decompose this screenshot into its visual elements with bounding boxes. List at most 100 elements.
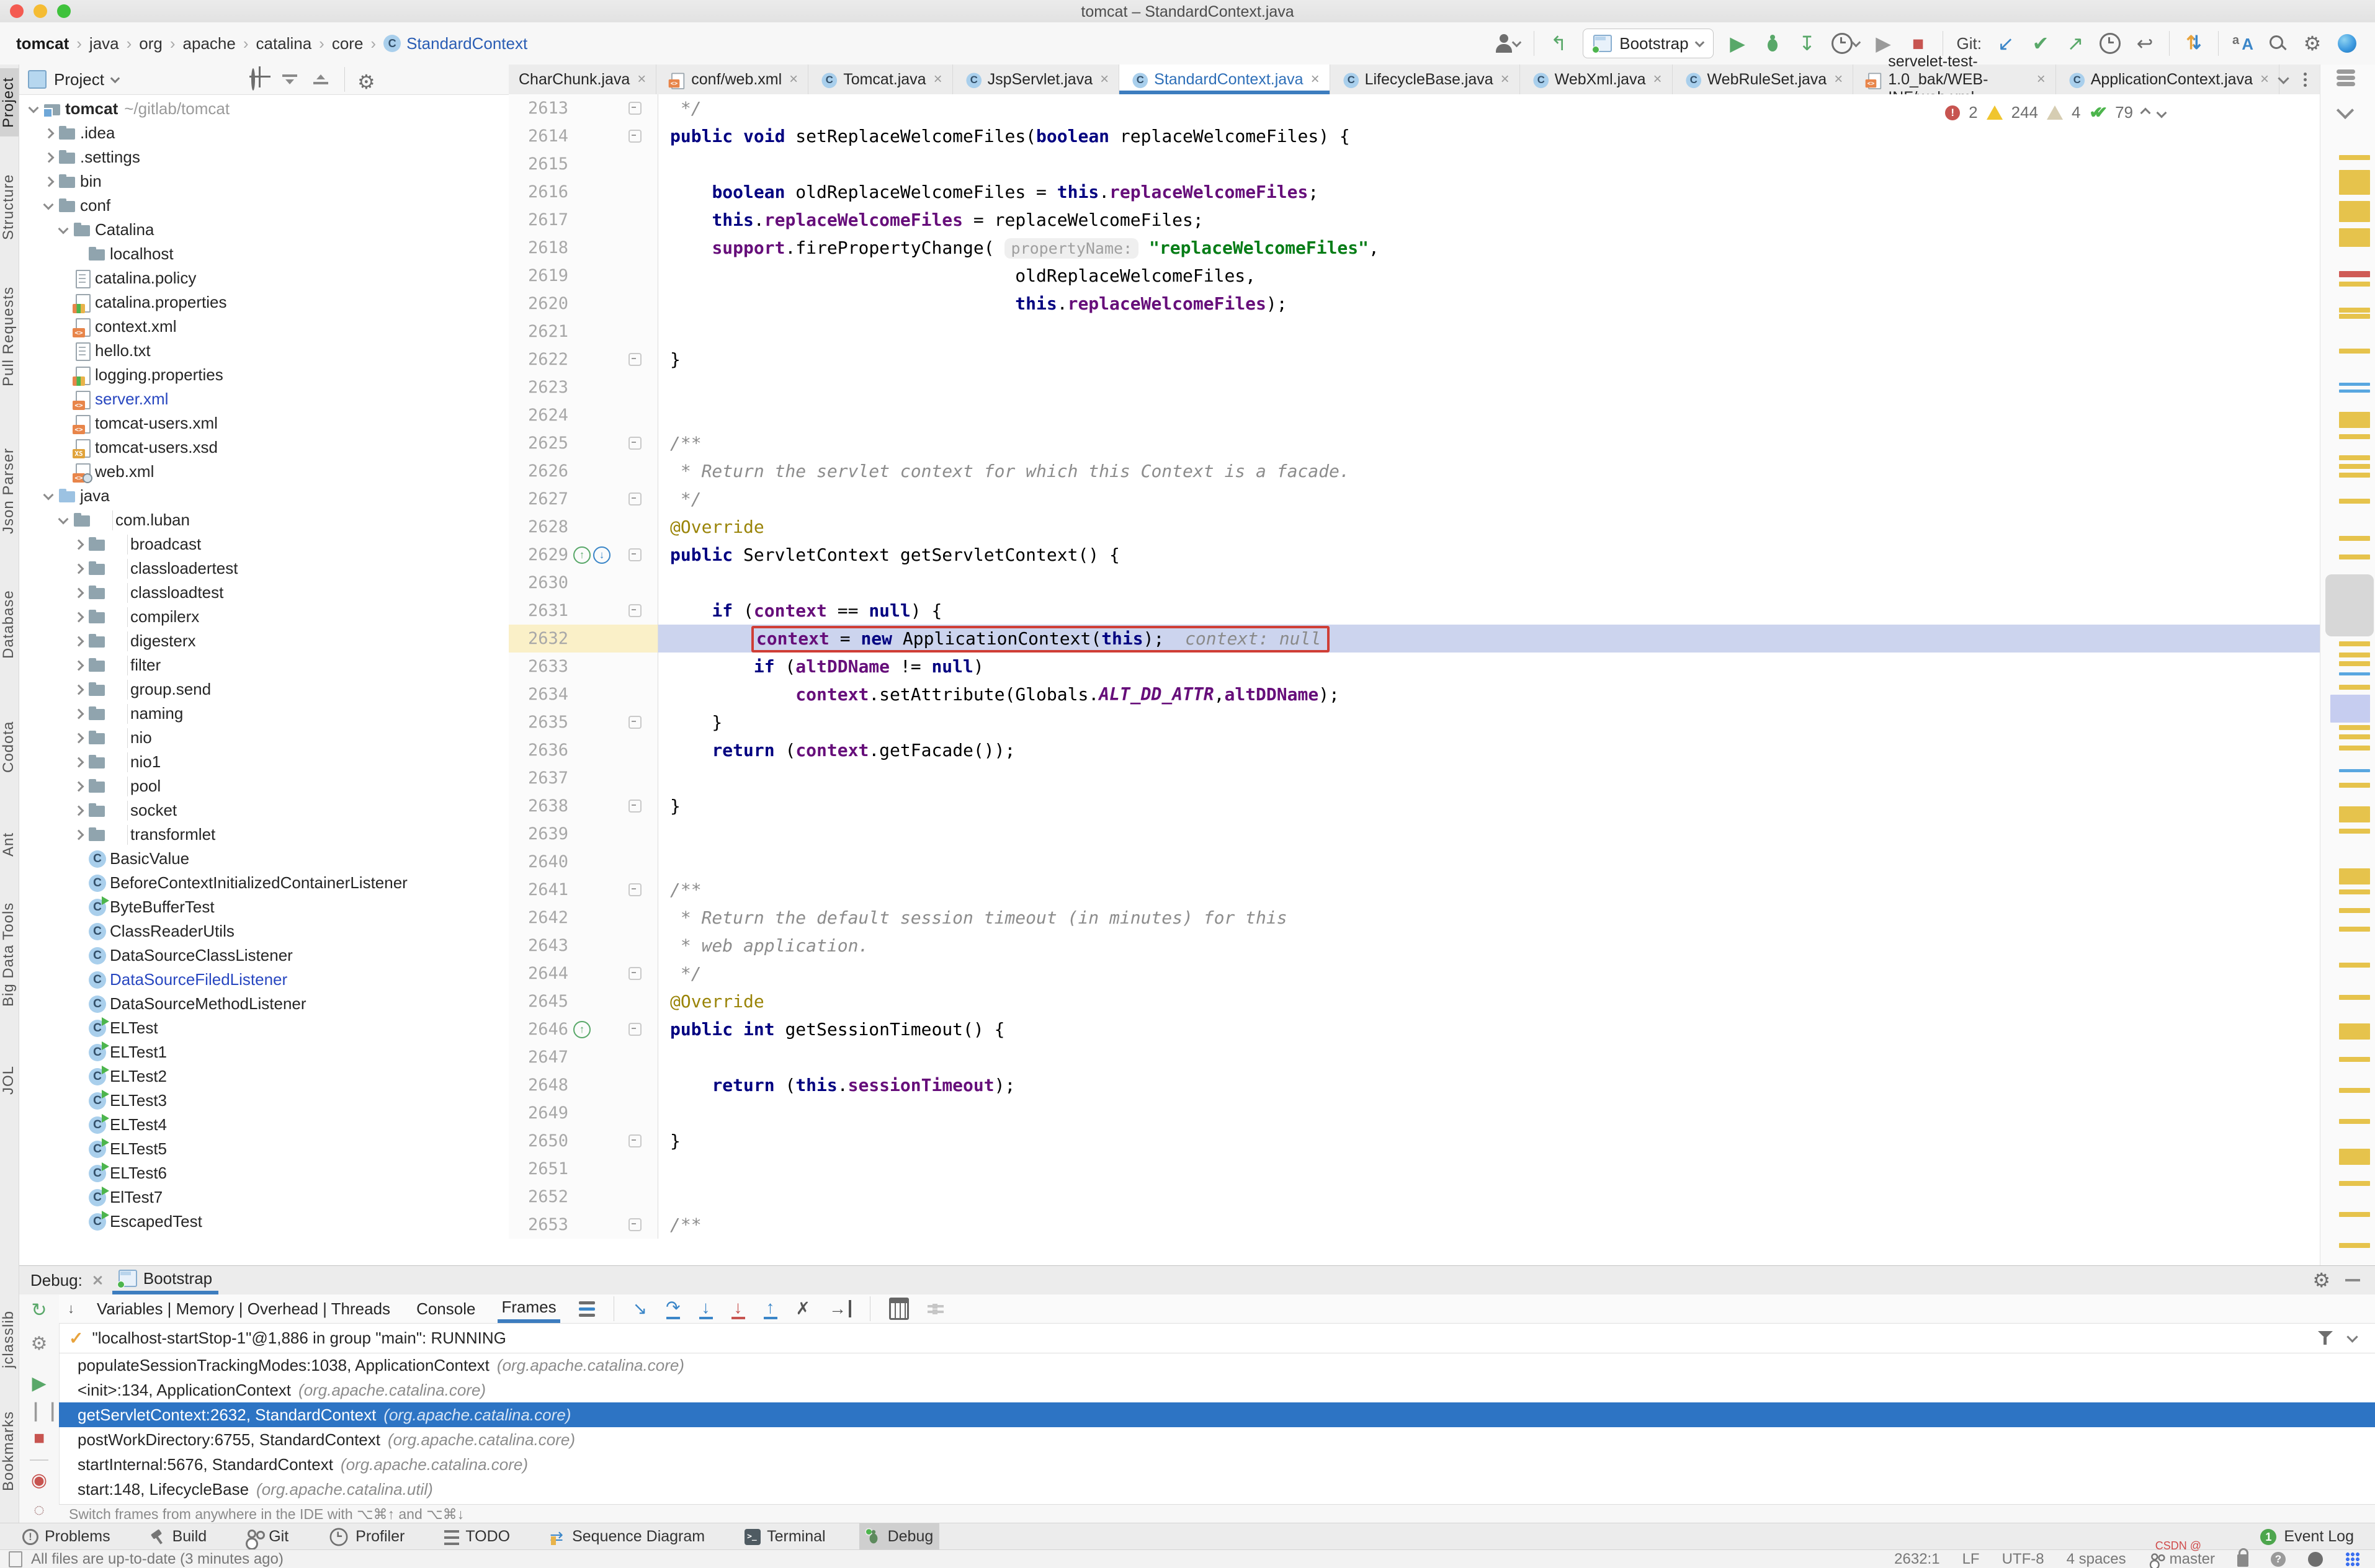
- code-line[interactable]: 2624: [509, 401, 2320, 429]
- stack-frame-row[interactable]: startInternal:5676, StandardContext (org.…: [59, 1452, 2375, 1477]
- run-configuration-select[interactable]: Bootstrap: [1583, 29, 1714, 58]
- chevron-collapsed-icon[interactable]: [40, 125, 56, 141]
- chevron-expanded-icon[interactable]: [55, 512, 71, 528]
- stripe-button-jclasslib[interactable]: jclasslib: [0, 1293, 19, 1386]
- code-line[interactable]: 2636 return (context.getFacade());: [509, 736, 2320, 764]
- code-line[interactable]: 2627 */: [509, 485, 2320, 513]
- breadcrumb-item[interactable]: core: [332, 34, 364, 53]
- build-settings-icon[interactable]: ⚙: [28, 1333, 50, 1355]
- profiler-button[interactable]: [1831, 31, 1861, 56]
- code-line[interactable]: 2638}: [509, 792, 2320, 820]
- layout-menu-icon[interactable]: [578, 1301, 595, 1317]
- inspections-widget[interactable]: ! 2 244 4 ✔✔ 79: [1945, 103, 2167, 122]
- code-line[interactable]: 2615: [509, 150, 2320, 178]
- fold-marker-icon[interactable]: [628, 1023, 642, 1036]
- stripe-button-big-data-tools[interactable]: Big Data Tools: [0, 883, 19, 1026]
- chevron-collapsed-icon[interactable]: [70, 827, 86, 843]
- fold-marker-icon[interactable]: [628, 492, 642, 506]
- project-settings-gear-icon[interactable]: ⚙: [357, 70, 376, 93]
- sync-icon[interactable]: ⇅: [2183, 31, 2204, 56]
- tree-item[interactable]: nio: [19, 726, 509, 750]
- tree-item[interactable]: transformlet: [19, 822, 509, 847]
- code-line[interactable]: 2632 context = new ApplicationContext(th…: [509, 625, 2320, 653]
- code-line[interactable]: 2614 public void setReplaceWelcomeFiles(b…: [509, 122, 2320, 150]
- code-line[interactable]: 2625 /**: [509, 429, 2320, 457]
- chevron-collapsed-icon[interactable]: [70, 778, 86, 795]
- tree-item[interactable]: broadcast: [19, 532, 509, 556]
- tree-item[interactable]: localhost: [19, 242, 509, 266]
- settings-gear-icon[interactable]: ⚙: [2302, 31, 2323, 56]
- fold-marker-icon[interactable]: [628, 353, 642, 366]
- chevron-collapsed-icon[interactable]: [70, 754, 86, 770]
- code-line[interactable]: 2616 boolean oldReplaceWelcomeFiles = th…: [509, 178, 2320, 206]
- fold-marker-icon[interactable]: [628, 883, 642, 896]
- code-line[interactable]: 2623: [509, 373, 2320, 401]
- code-line[interactable]: 2647: [509, 1043, 2320, 1071]
- tree-item[interactable]: compilerx: [19, 605, 509, 629]
- git-push-icon[interactable]: ↗: [2065, 31, 2086, 56]
- close-tab-icon[interactable]: ×: [1834, 72, 1843, 87]
- step-out-icon[interactable]: ↑: [763, 1298, 777, 1319]
- debug-button[interactable]: [1762, 31, 1783, 56]
- tree-item[interactable]: Catalina: [19, 218, 509, 242]
- code-line[interactable]: 2653 /**: [509, 1211, 2320, 1239]
- code-line[interactable]: 2649: [509, 1099, 2320, 1127]
- debug-settings-gear-icon[interactable]: ⚙: [2312, 1268, 2330, 1292]
- stripe-button-pull-requests[interactable]: Pull Requests: [0, 266, 19, 406]
- code-line[interactable]: 2633 if (altDDName != null): [509, 653, 2320, 680]
- editor-tab[interactable]: StandardContext.java ×: [1119, 65, 1330, 94]
- tree-item[interactable]: com.luban: [19, 508, 509, 532]
- caret-position[interactable]: 2632:1: [1894, 1551, 1939, 1568]
- code-line[interactable]: 2621: [509, 318, 2320, 345]
- coverage-button[interactable]: ↧: [1797, 31, 1818, 56]
- toolwindow-git[interactable]: Git: [240, 1523, 295, 1550]
- stack-frame-row[interactable]: postWorkDirectory:6755, StandardContext (…: [59, 1427, 2375, 1452]
- fold-marker-icon[interactable]: [628, 548, 642, 561]
- git-commit-icon[interactable]: ✔: [2030, 31, 2051, 56]
- trace-settings-icon[interactable]: [928, 1303, 944, 1314]
- toolwindow-todo[interactable]: TODO: [438, 1523, 516, 1550]
- close-tab-icon[interactable]: ×: [789, 72, 798, 87]
- tree-item[interactable]: digesterx: [19, 629, 509, 653]
- thread-status-row[interactable]: ✓ "localhost-startStop-1"@1,886 in group…: [59, 1323, 2375, 1353]
- chevron-down-icon[interactable]: [110, 73, 120, 83]
- tree-item[interactable]: nio1: [19, 750, 509, 774]
- scrollbar-menu-icon[interactable]: [2337, 69, 2355, 86]
- code-line[interactable]: 2630: [509, 569, 2320, 597]
- fold-marker-icon[interactable]: [628, 130, 642, 143]
- view-breakpoints-icon[interactable]: ◉: [28, 1469, 50, 1492]
- fold-marker-icon[interactable]: [628, 437, 642, 450]
- close-tab-icon[interactable]: ×: [934, 72, 942, 87]
- editor-tab[interactable]: LifecycleBase.java ×: [1330, 65, 1520, 94]
- tree-item[interactable]: conf: [19, 194, 509, 218]
- codota-sphere-icon[interactable]: [2337, 31, 2358, 56]
- tree-item[interactable]: ElTest7: [19, 1185, 509, 1209]
- tree-item[interactable]: ELTest1: [19, 1040, 509, 1064]
- close-tab-icon[interactable]: ×: [1100, 72, 1109, 87]
- tree-item[interactable]: <> context.xml: [19, 314, 509, 339]
- chevron-collapsed-icon[interactable]: [70, 706, 86, 722]
- tree-item[interactable]: .settings: [19, 145, 509, 169]
- step-into-icon[interactable]: ↓: [699, 1298, 713, 1319]
- status-icon[interactable]: [9, 1551, 22, 1567]
- line-separator[interactable]: LF: [1962, 1551, 1980, 1568]
- stop-icon[interactable]: ■: [28, 1427, 50, 1450]
- tree-item[interactable]: XS tomcat-users.xsd: [19, 435, 509, 460]
- stack-frame-row[interactable]: start:148, LifecycleBase (org.apache.cata…: [59, 1477, 2375, 1502]
- pause-icon[interactable]: ❘❘: [28, 1400, 60, 1422]
- filter-funnel-icon[interactable]: [2317, 1330, 2333, 1346]
- chevron-down-icon[interactable]: [2346, 1330, 2358, 1343]
- stripe-button-jol[interactable]: JOL: [0, 1051, 19, 1110]
- scrollbar-thumb[interactable]: [2325, 574, 2374, 636]
- back-navigation-icon[interactable]: ↰: [1548, 31, 1569, 56]
- editor-tab[interactable]: <> conf/web.xml ×: [656, 65, 809, 94]
- tree-item[interactable]: DataSourceClassListener: [19, 943, 509, 968]
- chevron-collapsed-icon[interactable]: [70, 609, 86, 625]
- drop-frame-icon[interactable]: ✗: [796, 1300, 810, 1317]
- breadcrumb-item[interactable]: apache: [183, 34, 236, 53]
- tree-item[interactable]: ELTest6: [19, 1161, 509, 1185]
- translate-icon[interactable]: [2232, 30, 2253, 56]
- evaluate-expression-icon[interactable]: [889, 1298, 909, 1320]
- overrides-icon[interactable]: ↑: [573, 1020, 591, 1038]
- toolwindow-debug[interactable]: Debug: [859, 1523, 940, 1550]
